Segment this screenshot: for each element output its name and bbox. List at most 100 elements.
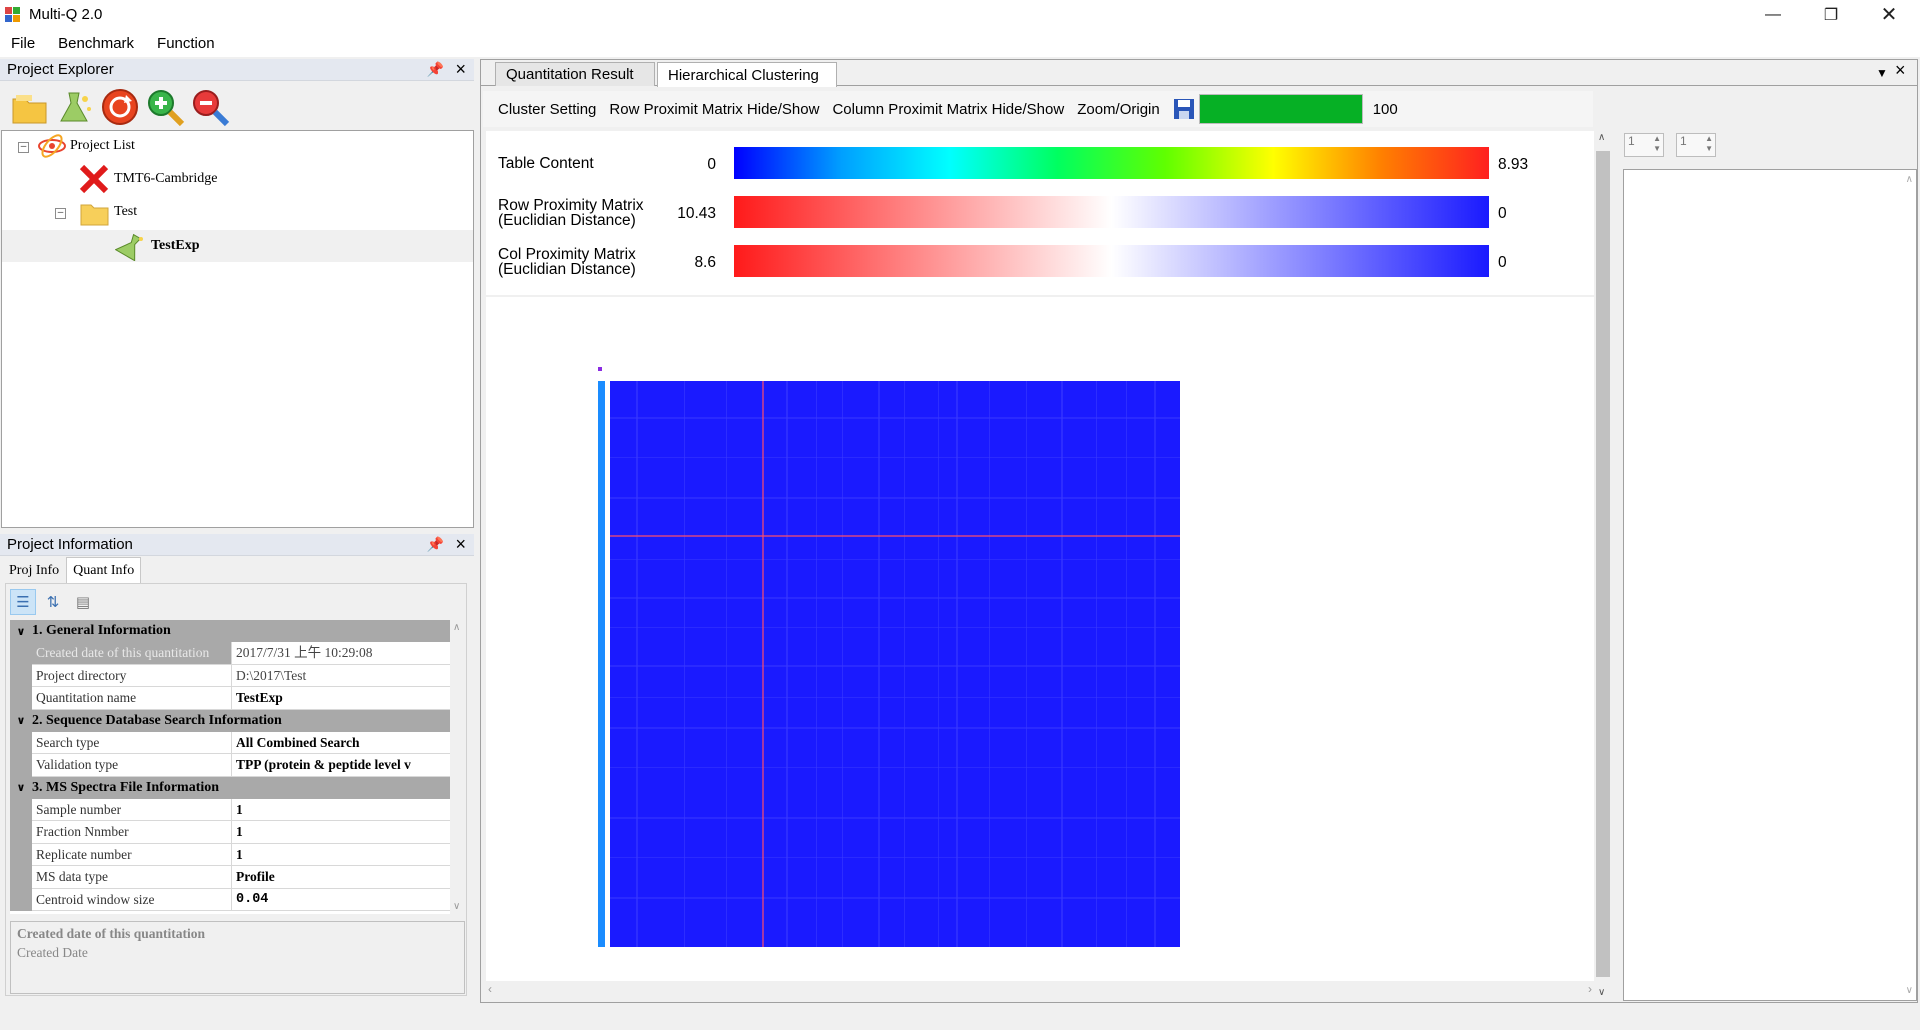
minimize-button[interactable]: —	[1744, 0, 1802, 29]
collapse-test-icon[interactable]: –	[55, 208, 66, 219]
tab-hierarchical-clustering[interactable]: Hierarchical Clustering	[657, 62, 837, 87]
cluster-setting-button[interactable]: Cluster Setting	[498, 101, 596, 118]
explorer-toolbar	[0, 84, 474, 130]
scroll-left-icon[interactable]: ‹	[488, 982, 492, 996]
scroll-up-icon[interactable]: ∧	[1906, 174, 1913, 185]
scroll-right-icon[interactable]: ›	[1588, 982, 1592, 996]
heatmap-stripe	[636, 381, 638, 947]
legend-gradient-col-proximity	[734, 245, 1489, 277]
scroll-down-icon[interactable]: ∨	[453, 901, 460, 912]
property-row[interactable]: Sample number 1	[10, 798, 450, 821]
collapse-root-icon[interactable]: –	[18, 142, 29, 153]
refresh-icon[interactable]	[100, 87, 140, 127]
horizontal-scrollbar[interactable]: ‹ ›	[486, 981, 1594, 999]
tree-node-test[interactable]: Test	[78, 197, 137, 227]
property-row[interactable]: Project directory D:\2017\Test	[10, 664, 450, 687]
property-scrollbar[interactable]: ∧ ∨	[450, 620, 466, 914]
close-panel-icon[interactable]: ×	[455, 59, 466, 80]
heatmap-stripe	[684, 381, 685, 947]
dendrogram-marker	[598, 367, 602, 371]
category-search[interactable]: ∨ 2. Sequence Database Search Information	[10, 709, 450, 732]
property-grid: ∨ 1. General Information Created date of …	[10, 620, 450, 914]
category-general[interactable]: ∨ 1. General Information	[10, 620, 450, 642]
heatmap-stripe	[610, 597, 1180, 599]
project-info-header: Project Information 📌 ×	[0, 534, 474, 556]
project-explorer-title: Project Explorer	[7, 61, 114, 78]
menu-file[interactable]: File	[11, 35, 35, 52]
scroll-down-icon[interactable]: ∨	[1598, 987, 1605, 998]
selected-row-highlight	[2, 230, 473, 262]
close-tab-icon[interactable]: ×	[1895, 60, 1906, 81]
heatmap-stripe	[989, 381, 990, 947]
scroll-up-icon[interactable]: ∧	[1598, 132, 1605, 143]
pin-icon[interactable]: 📌	[427, 536, 444, 553]
status-bar	[0, 1003, 1920, 1030]
property-pages-icon[interactable]: ▤	[70, 589, 96, 615]
property-row[interactable]: Search type All Combined Search	[10, 731, 450, 754]
categorized-icon[interactable]: ☰	[10, 589, 36, 615]
menu-benchmark[interactable]: Benchmark	[58, 35, 134, 52]
heatmap-stripe	[1126, 381, 1127, 947]
menu-function[interactable]: Function	[157, 35, 215, 52]
save-icon[interactable]	[1173, 98, 1195, 120]
scrollbar-thumb[interactable]	[1596, 151, 1610, 977]
tab-quantitation-result[interactable]: Quantitation Result	[495, 62, 655, 86]
open-folder-icon[interactable]	[10, 87, 50, 127]
row-spinner[interactable]: 1 ▲ ▼	[1624, 133, 1664, 157]
scroll-down-icon[interactable]: ∨	[1906, 985, 1913, 996]
tab-proj-info[interactable]: Proj Info	[2, 559, 66, 583]
property-row[interactable]: Validation type TPP (protein & peptide le…	[10, 754, 450, 777]
color-legend: Table Content 0 8.93 Row Proximity Matri…	[486, 131, 1594, 295]
column-spinner[interactable]: 1 ▲ ▼	[1676, 133, 1716, 157]
legend-gradient-row-proximity	[734, 196, 1489, 228]
heatmap-stripe	[956, 381, 958, 947]
property-row[interactable]: Centroid window size 0.04	[10, 888, 450, 911]
restore-button[interactable]: ❐	[1802, 0, 1860, 29]
tree-label-test: Test	[114, 204, 138, 219]
heatmap-stripe	[610, 767, 1180, 768]
legend-gradient-table-content	[734, 147, 1489, 179]
pin-icon[interactable]: 📌	[427, 61, 444, 78]
tree-node-testexp[interactable]: TestExp	[115, 231, 200, 261]
zoom-origin-button[interactable]: Zoom/Origin	[1077, 101, 1160, 118]
zoom-progress-bar[interactable]	[1198, 94, 1363, 124]
legend-max: 0	[1498, 205, 1507, 222]
heatmap-stripe	[610, 897, 1180, 899]
heatmap-stripe	[610, 497, 1180, 499]
property-toolbar: ☰ ⇅ ▤	[10, 588, 100, 616]
property-row[interactable]: Replicate number 1	[10, 843, 450, 866]
legend-max: 8.93	[1498, 156, 1529, 173]
heatmap-stripe	[904, 381, 905, 947]
tree-label-testexp: TestExp	[151, 238, 200, 253]
side-panel: 1 ▲ ▼ 1 ▲ ▼ ∧ ∨	[1620, 131, 1917, 1001]
sort-alpha-icon[interactable]: ⇅	[40, 589, 66, 615]
experiment-icon[interactable]	[55, 87, 95, 127]
property-row[interactable]: MS data type Profile	[10, 866, 450, 889]
heatmap-stripe	[1154, 381, 1156, 947]
property-row[interactable]: Quantitation name TestExp	[10, 687, 450, 710]
tree-node-project-list[interactable]: Project List	[36, 131, 135, 161]
heatmap-matrix[interactable]	[610, 381, 1180, 947]
scroll-up-icon[interactable]: ∧	[453, 622, 460, 633]
tree-node-tmt6[interactable]: TMT6-Cambridge	[78, 164, 217, 194]
property-row[interactable]: Created date of this quantitation 2017/7/…	[10, 642, 450, 665]
vertical-scrollbar[interactable]: ∧ ∨	[1594, 131, 1612, 999]
category-ms-spectra[interactable]: ∨ 3. MS Spectra File Information	[10, 776, 450, 799]
heatmap-stripe	[610, 627, 1180, 628]
heatmap-stripe	[1096, 381, 1097, 947]
row-matrix-toggle-button[interactable]: Row Proximit Matrix Hide/Show	[609, 101, 819, 118]
tab-quant-info[interactable]: Quant Info	[66, 557, 142, 583]
zoom-in-icon[interactable]	[145, 87, 185, 127]
tab-list-dropdown-icon[interactable]: ▼	[1876, 66, 1888, 80]
close-panel-icon[interactable]: ×	[455, 534, 466, 555]
legend-max: 0	[1498, 254, 1507, 271]
heatmap-stripe	[1026, 381, 1027, 947]
legend-min: 8.6	[694, 254, 716, 271]
zoom-out-icon[interactable]	[190, 87, 230, 127]
close-button[interactable]: ✕	[1860, 0, 1918, 29]
heatmap-stripe	[610, 665, 1180, 667]
side-list[interactable]: ∧ ∨	[1623, 169, 1917, 1001]
column-matrix-toggle-button[interactable]: Column Proximit Matrix Hide/Show	[832, 101, 1064, 118]
property-row[interactable]: Fraction Nnmber 1	[10, 821, 450, 844]
row-dendrogram-bar	[598, 381, 605, 947]
